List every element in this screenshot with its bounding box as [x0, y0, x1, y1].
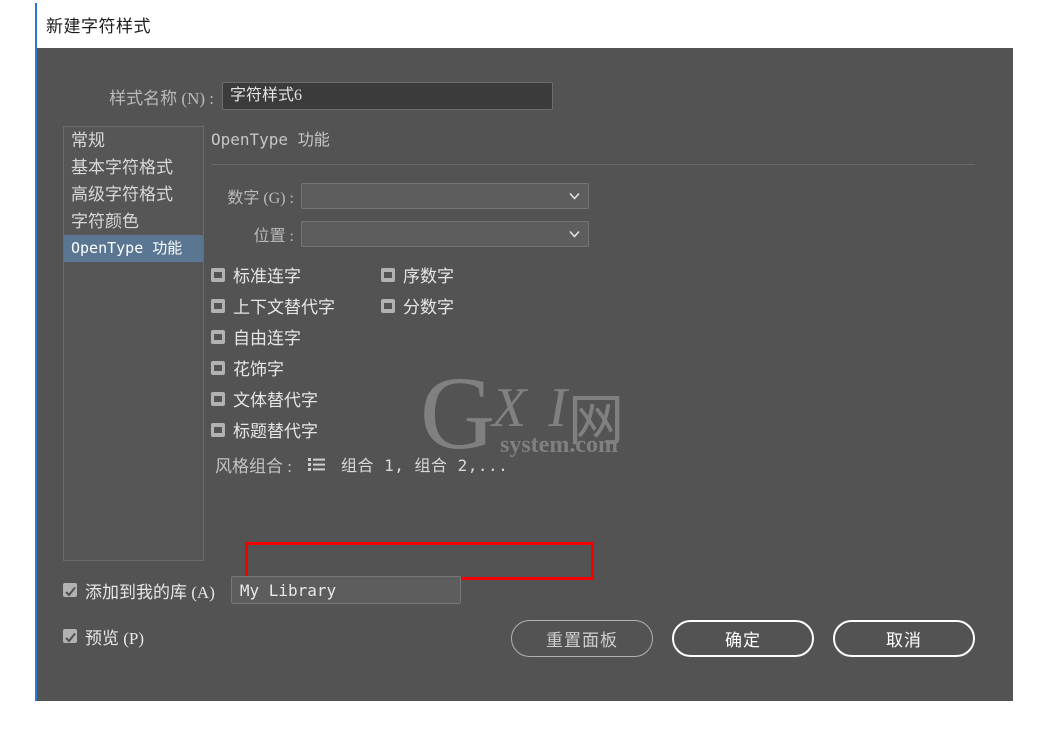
checkbox-label: 文体替代字 — [233, 391, 318, 410]
checkbox-standard-ligatures[interactable]: 标准连字 — [211, 262, 357, 287]
sidebar-item-general[interactable]: 常规 — [64, 127, 203, 154]
checkbox-mixed-icon — [211, 298, 225, 313]
checkbox-line: 标题替代字 — [211, 414, 1001, 445]
sidebar-item-opentype-features[interactable]: OpenType 功能 — [64, 235, 203, 262]
preview-label: 预览 (P) — [85, 628, 145, 648]
checkbox-line: 自由连字 — [211, 321, 1001, 352]
checkbox-label: 自由连字 — [233, 329, 301, 348]
sidebar-item-character-color[interactable]: 字符颜色 — [64, 208, 203, 235]
checkbox-label: 标题替代字 — [233, 422, 318, 441]
position-row: 位置 : — [211, 221, 1001, 247]
checkbox-mixed-icon — [211, 360, 225, 375]
preview-row: 预览 (P) — [63, 622, 461, 650]
stylistic-sets-label: 风格组合 : — [215, 456, 292, 476]
section-title: OpenType 功能 — [211, 130, 330, 149]
checkbox-stylistic-alternates[interactable]: 文体替代字 — [211, 386, 357, 411]
list-bullet-icon[interactable] — [307, 457, 325, 471]
checkbox-ordinal[interactable]: 序数字 — [381, 262, 531, 287]
figure-style-label: 数字 (G) : — [227, 190, 294, 207]
figure-style-select[interactable] — [301, 183, 589, 209]
stylistic-sets-value: 组合 1, 组合 2,... — [340, 456, 509, 475]
annotation-highlight-box — [245, 542, 594, 580]
library-select[interactable]: My Library — [230, 576, 461, 604]
sidebar-item-advanced-char-formats[interactable]: 高级字符格式 — [64, 181, 203, 208]
chevron-down-icon — [569, 230, 580, 238]
figure-style-row: 数字 (G) : — [211, 183, 1001, 209]
stylistic-sets-row[interactable]: 风格组合 : 组合 1, 组合 2,... — [211, 448, 508, 480]
category-sidebar[interactable]: 常规 基本字符格式 高级字符格式 字符颜色 OpenType 功能 — [63, 126, 204, 561]
opentype-checkbox-grid: 标准连字 序数字 上下文替代字 分数字 自由连字 花饰字 文体替代字 标题替代字… — [211, 259, 1001, 480]
checkbox-label: 花饰字 — [233, 360, 284, 379]
section-divider — [211, 164, 975, 165]
checkbox-mixed-icon — [381, 298, 395, 313]
checkbox-label: 序数字 — [403, 267, 454, 286]
window-title: 新建字符样式 — [46, 16, 151, 36]
chevron-down-icon — [569, 192, 580, 200]
sidebar-item-basic-char-formats[interactable]: 基本字符格式 — [64, 154, 203, 181]
checkbox-line: 花饰字 — [211, 352, 1001, 383]
checkbox-mixed-icon — [381, 267, 395, 282]
add-to-library-row: 添加到我的库 (A) My Library — [63, 576, 461, 604]
checkbox-line: 标准连字 序数字 — [211, 259, 1001, 290]
screenshot-root: 新建字符样式 样式名称 (N) : 字符样式6 常规 基本字符格式 高级字符格式… — [0, 0, 1038, 729]
main-content: OpenType 功能 数字 (G) : 位置 : 标准连字 序数字 上下文替代… — [211, 126, 1001, 480]
checkbox-fractions[interactable]: 分数字 — [381, 293, 531, 318]
ok-button[interactable]: 确定 — [672, 620, 814, 657]
checkbox-contextual-alternates[interactable]: 上下文替代字 — [211, 293, 357, 318]
cancel-button[interactable]: 取消 — [833, 620, 975, 657]
footer-options: 添加到我的库 (A) My Library 预览 (P) — [63, 576, 461, 650]
position-select[interactable] — [301, 221, 589, 247]
reset-panel-button[interactable]: 重置面板 — [511, 620, 653, 657]
style-name-input[interactable]: 字符样式6 — [222, 82, 553, 110]
checkbox-swash[interactable]: 花饰字 — [211, 355, 357, 380]
checkbox-checked-icon[interactable] — [63, 583, 77, 597]
checkbox-mixed-icon — [211, 267, 225, 282]
dialog-buttons: 重置面板 确定 取消 — [511, 620, 975, 657]
checkbox-label: 标准连字 — [233, 267, 301, 286]
checkbox-titling-alternates[interactable]: 标题替代字 — [211, 417, 357, 442]
add-to-library-label: 添加到我的库 (A) — [85, 582, 215, 602]
dialog-panel: 样式名称 (N) : 字符样式6 常规 基本字符格式 高级字符格式 字符颜色 O… — [37, 48, 1013, 701]
checkbox-mixed-icon — [211, 422, 225, 437]
checkbox-line: 文体替代字 — [211, 383, 1001, 414]
checkbox-mixed-icon — [211, 329, 225, 344]
checkbox-label: 分数字 — [403, 298, 454, 317]
style-name-label: 样式名称 (N) : — [109, 88, 214, 108]
position-label: 位置 : — [253, 228, 294, 245]
checkbox-label: 上下文替代字 — [233, 298, 335, 317]
checkbox-discretionary-ligatures[interactable]: 自由连字 — [211, 324, 357, 349]
window-titlebar: 新建字符样式 — [37, 0, 1013, 48]
checkbox-checked-icon[interactable] — [63, 629, 77, 643]
checkbox-line: 上下文替代字 分数字 — [211, 290, 1001, 321]
style-name-row: 样式名称 (N) : 字符样式6 — [37, 82, 1013, 110]
checkbox-mixed-icon — [211, 391, 225, 406]
library-select-value: My Library — [239, 580, 337, 600]
